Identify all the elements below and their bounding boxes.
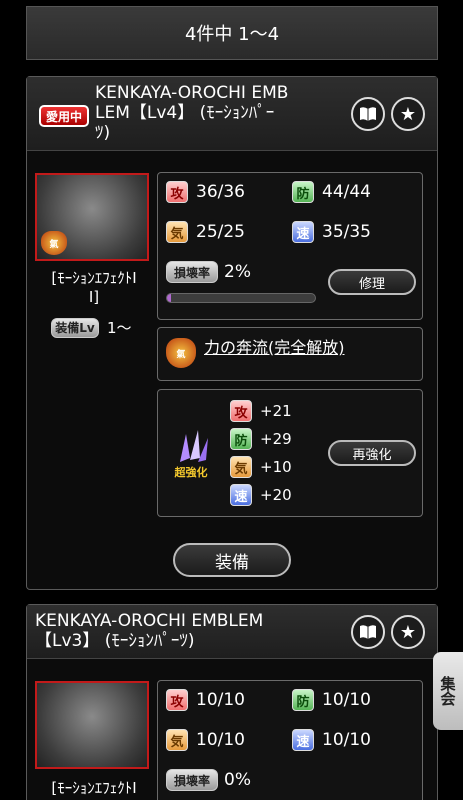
stats-panel: 攻 36/36 防 44/44 気 25/25 速 35/35 損壊率 2% 修… [157,172,423,320]
spirit-badge: 気 [166,221,188,243]
stat-speed: 速 35/35 [292,221,371,243]
super-enhance-icon: 超強化 [166,428,216,480]
book-icon[interactable] [351,615,385,649]
bonus-attack: 攻 +21 [230,400,292,422]
skill-name-link[interactable]: 力の奔流(完全解放) [204,334,345,358]
damage-progress-bar [166,293,316,303]
equip-level-value: 1〜 [107,319,132,337]
gathering-tab[interactable]: 集会 [433,652,463,730]
damage-progress-fill [167,294,172,302]
equip-button[interactable]: 装備 [173,543,291,577]
star-icon[interactable]: ★ [391,615,425,649]
stats-panel: 攻 10/10 防 10/10 気 10/10 速 10/10 損壊率 0% [157,680,423,800]
card-header: 愛用中 KENKAYA-OROCHI EMB LEM【Lv4】 (ﾓｰｼｮﾝﾊﾟ… [27,77,437,151]
skill-panel: 氣 力の奔流(完全解放) [157,327,423,381]
stat-spirit: 気 25/25 [166,221,245,243]
enhance-panel: 超強化 攻 +21 防 +29 気 +10 速 +20 再強化 [157,389,423,517]
bonus-spirit: 気 +10 [230,456,292,478]
page-header: 4件中 1〜4 [26,6,438,60]
item-category: [ﾓｰｼｮﾝｴﾌｪｸﾄI I] [51,269,137,306]
card-header: KENKAYA-OROCHI EMBLEM 【Lv3】 (ﾓｰｼｮﾝﾊﾟｰﾂ) … [27,605,437,659]
equip-level-label: 装備Lv [51,317,99,338]
stat-speed: 速 10/10 [292,729,371,751]
item-category: [ﾓｰｼｮﾝｴﾌｪｸﾄI [51,779,137,797]
item-card-1: 愛用中 KENKAYA-OROCHI EMB LEM【Lv4】 (ﾓｰｼｮﾝﾊﾟ… [26,76,438,590]
stat-defense: 防 44/44 [292,181,371,203]
speed-badge: 速 [292,221,314,243]
skill-emblem-icon: 氣 [166,338,196,368]
stat-spirit: 気 10/10 [166,729,245,751]
damage-rate: 損壊率 0% [166,769,251,791]
item-card-2: KENKAYA-OROCHI EMBLEM 【Lv3】 (ﾓｰｼｮﾝﾊﾟｰﾂ) … [26,604,438,800]
emblem-icon: 氣 [41,231,67,255]
reenhance-button[interactable]: 再強化 [328,440,416,466]
book-icon[interactable] [351,97,385,131]
item-thumbnail[interactable] [35,681,149,769]
defense-badge: 防 [292,181,314,203]
damage-rate: 損壊率 2% [166,261,251,283]
stat-attack: 攻 36/36 [166,181,245,203]
damage-rate-label: 損壊率 [166,261,218,283]
result-count: 4件中 1〜4 [184,24,280,45]
star-icon[interactable]: ★ [391,97,425,131]
equip-level: 装備Lv 1〜 [51,317,132,338]
item-title: KENKAYA-OROCHI EMBLEM 【Lv3】 (ﾓｰｼｮﾝﾊﾟｰﾂ) [35,611,264,651]
stat-attack: 攻 10/10 [166,689,245,711]
in-use-badge: 愛用中 [39,105,89,127]
stat-defense: 防 10/10 [292,689,371,711]
bonus-defense: 防 +29 [230,428,292,450]
item-title: KENKAYA-OROCHI EMB LEM【Lv4】 (ﾓｰｼｮﾝﾊﾟｰ ﾂ) [95,83,289,143]
repair-button[interactable]: 修理 [328,269,416,295]
bonus-speed: 速 +20 [230,484,292,506]
damage-rate-value: 2% [224,262,251,282]
super-enhance-label: 超強化 [174,466,208,479]
attack-badge: 攻 [166,181,188,203]
item-thumbnail[interactable]: 氣 [35,173,149,261]
